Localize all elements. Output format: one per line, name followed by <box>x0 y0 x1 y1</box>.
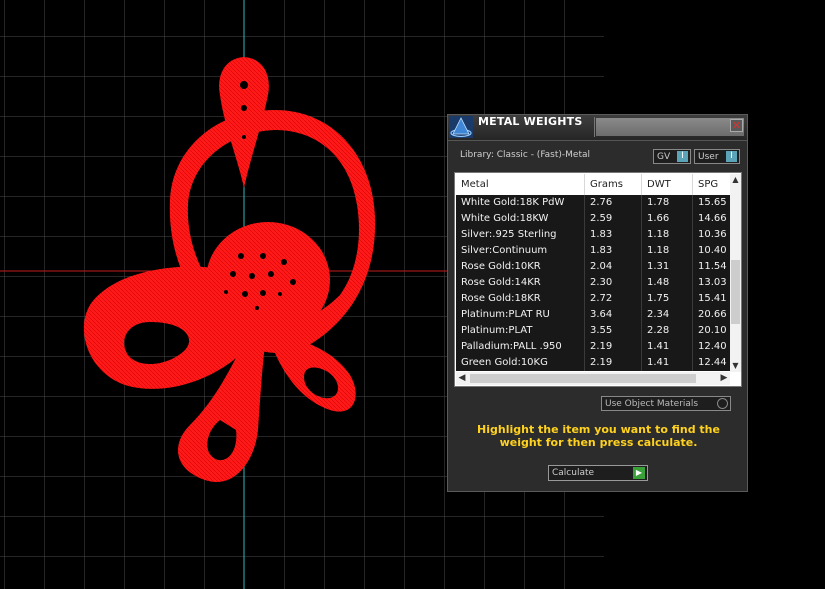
title-drag-strip[interactable] <box>596 118 744 136</box>
scroll-down-icon[interactable]: ▼ <box>730 360 741 372</box>
column-header-spg[interactable]: SPG <box>693 174 730 195</box>
dwt-cell: 1.75 <box>642 291 693 307</box>
instructions-text: Highlight the item you want to find the … <box>477 423 720 449</box>
dwt-cell: 1.48 <box>642 275 693 291</box>
dwt-cell: 1.31 <box>642 259 693 275</box>
column-header-grams[interactable]: Grams <box>585 174 642 195</box>
table-row[interactable]: Platinum:PLAT RU 3.64 2.34 20.66 <box>456 307 730 323</box>
table-row[interactable]: Platinum:PLAT 3.55 2.28 20.10 <box>456 323 730 339</box>
table-row[interactable]: Rose Gold:14KR 2.30 1.48 13.03 <box>456 275 730 291</box>
horizontal-scrollbar[interactable]: ◀ ▶ <box>456 372 730 385</box>
table-row[interactable]: Rose Gold:18KR 2.72 1.75 15.41 <box>456 291 730 307</box>
column-header-metal[interactable]: Metal <box>456 174 585 195</box>
toggle-switch-icon: I <box>726 151 737 162</box>
spg-cell: 11.54 <box>698 261 727 272</box>
horizontal-scroll-thumb[interactable] <box>470 374 696 383</box>
spg-cell: 10.36 <box>698 229 727 240</box>
spg-cell: 10.40 <box>698 245 727 256</box>
gv-toggle[interactable]: GV I <box>653 149 691 164</box>
metal-cell: Palladium:PALL .950 <box>456 339 585 355</box>
table-row[interactable]: Silver:.925 Sterling 1.83 1.18 10.36 <box>456 227 730 243</box>
dwt-cell: 2.28 <box>642 323 693 339</box>
use-object-materials-label: Use Object Materials <box>605 399 699 409</box>
dwt-cell: 2.34 <box>642 307 693 323</box>
grams-cell: 3.55 <box>585 323 642 339</box>
metal-cell: Silver:Continuum <box>456 243 585 259</box>
vertical-scrollbar[interactable]: ▲ ▼ <box>730 174 741 372</box>
pyramid-logo-icon <box>449 116 473 138</box>
spg-cell: 15.41 <box>698 293 727 304</box>
metal-weights-panel: METAL WEIGHTS ✕ Library: Classic - (Fast… <box>447 114 748 492</box>
metal-cell: Rose Gold:14KR <box>456 275 585 291</box>
calculate-label: Calculate <box>552 468 595 478</box>
grams-cell: 2.19 <box>585 355 642 371</box>
metal-cell: White Gold:18KW <box>456 211 585 227</box>
spg-cell: 20.10 <box>698 325 727 336</box>
grams-cell: 2.59 <box>585 211 642 227</box>
column-header-dwt[interactable]: DWT <box>642 174 693 195</box>
spg-cell: 15.65 <box>698 197 727 208</box>
panel-titlebar[interactable]: METAL WEIGHTS ✕ <box>448 115 747 141</box>
close-icon[interactable]: ✕ <box>730 119 743 132</box>
gv-toggle-label: GV <box>657 152 671 162</box>
table-row[interactable]: Palladium:PALL .950 2.19 1.41 12.40 <box>456 339 730 355</box>
metal-cell: Platinum:PLAT RU <box>456 307 585 323</box>
panel-title: METAL WEIGHTS <box>478 115 583 128</box>
grams-cell: 2.30 <box>585 275 642 291</box>
toggle-switch-icon: I <box>677 151 688 162</box>
spg-cell: 14.66 <box>698 213 727 224</box>
metal-cell: Rose Gold:18KR <box>456 291 585 307</box>
dwt-cell: 1.66 <box>642 211 693 227</box>
use-object-materials-toggle[interactable]: Use Object Materials <box>601 396 731 411</box>
grams-cell: 3.64 <box>585 307 642 323</box>
play-icon: ▶ <box>633 467 645 479</box>
table-row[interactable]: Rose Gold:10KR 2.04 1.31 11.54 <box>456 259 730 275</box>
dwt-cell: 1.18 <box>642 227 693 243</box>
table-row[interactable]: White Gold:18K PdW 2.76 1.78 15.65 <box>456 195 730 211</box>
library-label: Library: Classic - (Fast)-Metal <box>460 150 591 160</box>
grams-cell: 2.04 <box>585 259 642 275</box>
metal-cell: Green Gold:10KG <box>456 355 585 371</box>
spg-cell: 12.44 <box>698 357 727 368</box>
dwt-cell: 1.41 <box>642 339 693 355</box>
grams-cell: 2.19 <box>585 339 642 355</box>
user-toggle-label: User <box>698 152 719 162</box>
metal-cell: Rose Gold:10KR <box>456 259 585 275</box>
vertical-scroll-thumb[interactable] <box>731 260 740 324</box>
dwt-cell: 1.41 <box>642 355 693 371</box>
spg-cell: 13.03 <box>698 277 727 288</box>
title-divider <box>594 117 595 137</box>
spg-cell: 20.66 <box>698 309 727 320</box>
grams-cell: 1.83 <box>585 243 642 259</box>
table-row[interactable]: White Gold:18KW 2.59 1.66 14.66 <box>456 211 730 227</box>
user-toggle[interactable]: User I <box>694 149 740 164</box>
metal-table[interactable]: Metal Grams DWT SPG White Gold:18K PdW 2.… <box>454 172 742 387</box>
dwt-cell: 1.78 <box>642 195 693 211</box>
dwt-cell: 1.18 <box>642 243 693 259</box>
table-body: White Gold:18K PdW 2.76 1.78 15.65 White Gol… <box>456 195 730 371</box>
metal-cell: White Gold:18K PdW <box>456 195 585 211</box>
metal-cell: Platinum:PLAT <box>456 323 585 339</box>
radio-icon <box>717 398 728 409</box>
grams-cell: 2.76 <box>585 195 642 211</box>
scroll-up-icon[interactable]: ▲ <box>730 174 741 186</box>
grams-cell: 1.83 <box>585 227 642 243</box>
table-header: Metal Grams DWT SPG <box>456 174 730 195</box>
scroll-right-icon[interactable]: ▶ <box>718 372 730 385</box>
table-row[interactable]: Silver:Continuum 1.83 1.18 10.40 <box>456 243 730 259</box>
spg-cell: 12.40 <box>698 341 727 352</box>
metal-cell: Silver:.925 Sterling <box>456 227 585 243</box>
scroll-left-icon[interactable]: ◀ <box>456 372 468 385</box>
calculate-button[interactable]: Calculate ▶ <box>548 465 648 481</box>
grams-cell: 2.72 <box>585 291 642 307</box>
table-row[interactable]: Green Gold:10KG 2.19 1.41 12.44 <box>456 355 730 371</box>
